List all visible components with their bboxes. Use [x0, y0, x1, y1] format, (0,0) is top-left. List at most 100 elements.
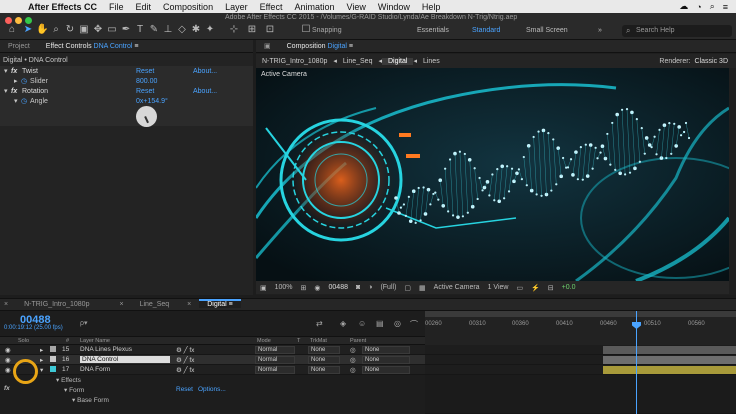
snapping-checkbox[interactable]: ☐ [300, 24, 312, 36]
menu-view[interactable]: View [340, 2, 371, 12]
zoom-tool-icon[interactable]: ⌕ [50, 24, 62, 36]
stopwatch-icon[interactable]: ◷ [21, 97, 27, 106]
breadcrumb-line-seq[interactable]: Line_Seq [337, 58, 379, 65]
panel-menu-icon[interactable]: ≡ [134, 43, 138, 50]
panel-menu-icon[interactable]: ≡ [229, 301, 233, 308]
flowchart-icon[interactable]: ⊟ [548, 284, 554, 292]
effect-twist-about[interactable]: About... [193, 67, 217, 76]
always-preview-icon[interactable]: ▣ [260, 284, 267, 292]
breadcrumb-digital[interactable]: Digital [382, 57, 414, 65]
tab-composition[interactable]: Composition Digital ≡ [279, 43, 361, 50]
shape-tool-icon[interactable]: ▭ [106, 24, 118, 36]
fx-icon[interactable]: fx [11, 87, 17, 96]
visibility-eye-icon[interactable]: ◉ [5, 346, 11, 354]
work-area-bar[interactable] [425, 311, 736, 317]
eraser-tool-icon[interactable]: ◇ [176, 24, 188, 36]
effect-rotation-about[interactable]: About... [193, 87, 217, 96]
fx-icon[interactable]: fx [11, 67, 17, 76]
layer-name[interactable]: DNA Lines Plexus [80, 346, 132, 353]
rotation-expand-icon[interactable]: ▾ [4, 87, 8, 96]
fx-icon[interactable]: fx [4, 385, 10, 392]
creative-cloud-icon[interactable]: ☁ [679, 1, 688, 12]
layer-row-15[interactable]: ◉ ▸ 15 DNA Lines Plexus ⚙ ╱ fx Normal No… [0, 345, 425, 355]
base-form-row[interactable]: ▾ Base Form [72, 396, 109, 404]
menu-edit[interactable]: Edit [130, 2, 158, 12]
layer-switches[interactable]: ⚙ ╱ fx [176, 366, 194, 374]
menu-composition[interactable]: Composition [157, 2, 219, 12]
grid-icon[interactable]: ⊞ [301, 284, 307, 292]
camera-icon[interactable]: ◙ [356, 284, 360, 291]
roto-brush-tool-icon[interactable]: ✱ [190, 24, 202, 36]
draft-3d-icon[interactable]: ◈ [340, 319, 346, 328]
parent-dropdown[interactable]: None [362, 346, 410, 354]
visibility-eye-icon[interactable]: ◉ [5, 356, 11, 364]
clone-stamp-tool-icon[interactable]: ⊥ [162, 24, 174, 36]
col-layer-name[interactable]: Layer Name [80, 338, 110, 344]
lock-icon[interactable]: ▣ [256, 42, 279, 50]
menu-effect[interactable]: Effect [254, 2, 289, 12]
angle-expand-icon[interactable]: ▾ [14, 97, 18, 106]
workspace-small-screen[interactable]: Small Screen [526, 27, 568, 34]
layer-expand-icon[interactable]: ▸ [40, 356, 43, 364]
frame-blending-icon[interactable]: ▤ [376, 319, 384, 328]
mode-dropdown[interactable]: Normal [255, 346, 295, 354]
tab-n-trig-intro[interactable]: N-TRIG_Intro_1080p [16, 301, 97, 308]
footer-timecode[interactable]: 00488 [329, 284, 348, 291]
close-icon[interactable]: × [177, 301, 199, 308]
form-reset-link[interactable]: Reset [176, 386, 193, 393]
menu-file[interactable]: File [103, 2, 130, 12]
effect-twist-reset[interactable]: Reset [136, 67, 154, 76]
param-slider-value[interactable]: 800.00 [136, 77, 157, 86]
pickwhip-icon[interactable]: ◎ [350, 356, 356, 364]
menu-animation[interactable]: Animation [288, 2, 340, 12]
tab-digital[interactable]: Digital ≡ [199, 299, 241, 308]
panel-menu-icon[interactable]: ≡ [349, 43, 353, 50]
param-angle-value[interactable]: 0x+154.9° [136, 97, 168, 106]
layer-switches[interactable]: ⚙ ╱ fx [176, 346, 194, 354]
layer-expand-icon[interactable]: ▸ [40, 346, 43, 354]
form-effect-row[interactable]: ▾ Form [64, 386, 84, 394]
layer-track-16[interactable] [425, 355, 736, 365]
renderer-value[interactable]: Classic 3D [691, 58, 736, 65]
minimize-window-button[interactable] [15, 17, 22, 24]
pen-tool-icon[interactable]: ✒ [120, 24, 132, 36]
puppet-tool-icon[interactable]: ✦ [204, 24, 216, 36]
menu-app-name[interactable]: After Effects CC [22, 2, 103, 12]
region-icon[interactable]: ▢ [404, 284, 411, 292]
pickwhip-icon[interactable]: ◎ [350, 366, 356, 374]
zoom-window-button[interactable] [25, 17, 32, 24]
layer-collapse-icon[interactable]: ▾ [40, 366, 43, 374]
view-axis-icon[interactable]: ⊡ [264, 24, 276, 36]
transparency-grid-icon[interactable]: ▦ [419, 284, 426, 292]
exposure-value[interactable]: +0.0 [562, 284, 576, 291]
type-tool-icon[interactable]: T [134, 24, 146, 36]
wifi-icon[interactable]: ◔ [696, 2, 701, 12]
menu-help[interactable]: Help [416, 2, 447, 12]
tab-project[interactable]: Project [0, 43, 38, 50]
rotate-tool-icon[interactable]: ↻ [64, 24, 76, 36]
motion-blur-icon[interactable]: ◎ [394, 319, 401, 328]
trkmat-dropdown[interactable]: None [308, 346, 340, 354]
brush-tool-icon[interactable]: ✎ [148, 24, 160, 36]
tab-effect-controls[interactable]: Effect Controls DNA Control ≡ [38, 43, 147, 50]
visibility-eye-icon[interactable]: ◉ [5, 366, 11, 374]
shy-icon[interactable]: ☺ [358, 319, 366, 328]
workspace-menu-icon[interactable]: » [598, 27, 602, 34]
close-icon[interactable]: × [97, 301, 131, 308]
layer-label-color[interactable] [50, 366, 56, 372]
layer-label-color[interactable] [50, 346, 56, 352]
layer-switches[interactable]: ⚙ ╱ fx [176, 356, 194, 364]
close-icon[interactable]: × [0, 301, 16, 308]
workspace-standard[interactable]: Standard [472, 27, 500, 34]
layer-row-17[interactable]: ◉ ▾ 17 DNA Form ⚙ ╱ fx Normal None ◎ Non… [0, 365, 425, 375]
slider-expand-icon[interactable]: ▸ [14, 77, 18, 86]
composition-mini-flowchart-icon[interactable]: ⇄ [316, 319, 323, 328]
views-dropdown[interactable]: 1 View [488, 284, 509, 291]
selection-tool-icon[interactable]: ➤ [22, 24, 34, 36]
breadcrumb-lines[interactable]: Lines [417, 58, 446, 65]
mode-dropdown[interactable]: Normal [255, 366, 295, 374]
spotlight-icon[interactable]: ⌕ [710, 1, 715, 12]
effect-rotation-row[interactable]: ▾ fx Rotation Reset About... [0, 87, 253, 96]
layer-duration-bar[interactable] [603, 356, 736, 364]
parent-dropdown[interactable]: None [362, 356, 410, 364]
